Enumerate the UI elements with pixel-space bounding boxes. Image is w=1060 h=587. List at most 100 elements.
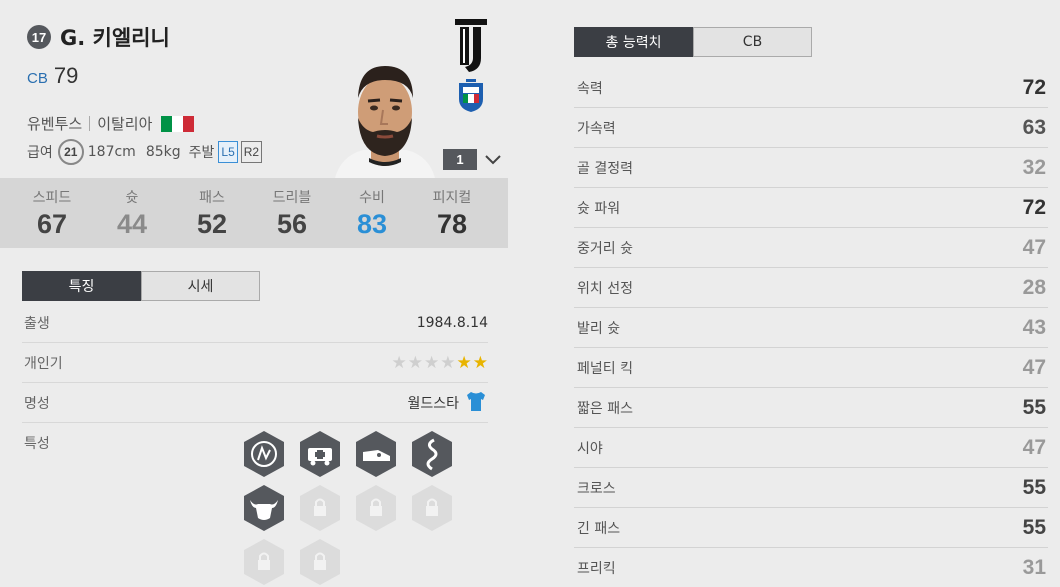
detail-tabs: 특징 시세 <box>22 271 260 301</box>
foot-label: 주발 <box>188 145 215 161</box>
stat-tabs: 총 능력치 CB <box>574 27 812 57</box>
position-label: CB <box>27 70 48 87</box>
stat-row: 페널티 킥 47 <box>574 348 1048 388</box>
flag-stripe-green <box>161 115 173 132</box>
position-overall: CB 79 <box>27 63 78 89</box>
star-empty-icon: ★ <box>407 352 423 373</box>
flag-stripe-white <box>172 115 184 132</box>
overall-rating: 79 <box>53 63 79 88</box>
birth-label: 출생 <box>24 315 50 332</box>
attribute-summary: 스피드 67 슛 44 패스 52 드리블 56 수비 83 피지컬 78 <box>0 178 508 248</box>
attr-dribbling: 드리블 56 <box>252 178 332 248</box>
stat-label: 슛 파워 <box>577 200 621 217</box>
star-filled-icon: ★ <box>472 352 488 373</box>
stat-value: 72 <box>1022 195 1046 219</box>
fame-value: 월드스타 <box>407 395 459 412</box>
stat-label: 가속력 <box>577 120 616 137</box>
attr-label: 피지컬 <box>432 190 472 206</box>
stat-row: 속력 72 <box>574 68 1048 108</box>
attr-value: 56 <box>276 209 308 239</box>
stat-value: 43 <box>1022 315 1046 339</box>
fame-value-group: 월드스타 <box>407 389 488 417</box>
stat-label: 위치 선정 <box>577 280 633 297</box>
tab-position-stats[interactable]: CB <box>693 27 812 57</box>
stat-value: 55 <box>1022 395 1046 419</box>
attr-value: 67 <box>36 209 68 239</box>
wage-label: 급여 <box>27 145 53 161</box>
trait-icons <box>242 430 492 586</box>
attr-speed: 스피드 67 <box>12 178 92 248</box>
locked-trait-icon <box>354 484 398 532</box>
right-foot-badge: R2 <box>240 141 263 163</box>
stat-label: 페널티 킥 <box>577 360 633 377</box>
stat-label: 프리킥 <box>577 560 616 577</box>
stat-row: 시야 47 <box>574 428 1048 468</box>
tab-market[interactable]: 시세 <box>141 271 260 301</box>
player-name: G. 키엘리니 <box>60 26 170 50</box>
attr-label: 패스 <box>199 190 225 206</box>
boot-star-icon[interactable] <box>354 430 398 478</box>
attr-value: 44 <box>116 209 148 239</box>
nation-name: 이탈리아 <box>97 115 153 133</box>
stat-list: 속력 72 가속력 63 골 결정력 32 슛 파워 72 중거리 슛 47 위치 선정 28 발리 슛… <box>574 68 1048 587</box>
fame-label: 명성 <box>24 395 50 412</box>
attr-passing: 패스 52 <box>172 178 252 248</box>
stat-label: 속력 <box>577 80 603 97</box>
tab-total-stats[interactable]: 총 능력치 <box>574 27 693 57</box>
star-empty-icon: ★ <box>440 352 456 373</box>
shirt-icon <box>464 389 488 417</box>
stat-row: 슛 파워 72 <box>574 188 1048 228</box>
season-badge: 17 <box>27 25 51 49</box>
height-value: 187cm <box>87 144 136 160</box>
enhancement-level-box[interactable]: 1 <box>443 149 477 170</box>
stat-value: 55 <box>1022 475 1046 499</box>
info-line: 급여 21 187cm 85kg 주발 L5 R2 <box>27 139 263 165</box>
stat-row: 프리킥 31 <box>574 548 1048 587</box>
attr-value: 78 <box>436 209 468 239</box>
chevron-down-icon[interactable] <box>484 151 502 167</box>
goalkeeper-save-icon[interactable] <box>242 430 286 478</box>
attr-label: 수비 <box>359 190 385 206</box>
attr-physical: 피지컬 78 <box>412 178 492 248</box>
birth-row: 출생 1984.8.14 <box>22 303 488 343</box>
wage-badge: 21 <box>57 139 84 165</box>
tab-features[interactable]: 특징 <box>22 271 141 301</box>
club-nation: 유벤투스 이탈리아 <box>27 113 195 134</box>
stat-value: 28 <box>1022 275 1046 299</box>
stat-row: 긴 패스 55 <box>574 508 1048 548</box>
locked-trait-icon <box>410 484 454 532</box>
popularity-stars: ★ ★ ★ ★ ★ ★ <box>392 353 489 373</box>
popularity-label: 개인기 <box>24 355 63 372</box>
stat-value: 47 <box>1022 355 1046 379</box>
attr-value: 83 <box>356 209 388 239</box>
stat-value: 72 <box>1022 75 1046 99</box>
stat-label: 발리 슛 <box>577 320 621 337</box>
locked-trait-icon <box>298 538 342 586</box>
attr-label: 드리블 <box>272 190 312 206</box>
club-name[interactable]: 유벤투스 <box>27 113 82 134</box>
stat-value: 63 <box>1022 115 1046 139</box>
stat-row: 가속력 63 <box>574 108 1048 148</box>
weight-value: 85kg <box>145 144 181 160</box>
divider <box>89 116 91 131</box>
attr-value: 52 <box>196 209 228 239</box>
stat-label: 긴 패스 <box>577 520 621 537</box>
ambulance-icon[interactable] <box>298 430 342 478</box>
stat-value: 47 <box>1022 435 1046 459</box>
stat-label: 시야 <box>577 440 603 457</box>
traits-label: 특성 <box>24 436 50 452</box>
attr-defending: 수비 83 <box>332 178 412 248</box>
star-filled-icon: ★ <box>456 352 472 373</box>
attr-shooting: 슛 44 <box>92 178 172 248</box>
stat-row: 위치 선정 28 <box>574 268 1048 308</box>
stat-label: 중거리 슛 <box>577 240 633 257</box>
stat-value: 31 <box>1022 555 1046 579</box>
snake-icon[interactable] <box>410 430 454 478</box>
buffalo-icon[interactable] <box>242 484 286 532</box>
attr-label: 슛 <box>125 190 139 206</box>
left-foot-badge: L5 <box>218 141 238 163</box>
stat-value: 47 <box>1022 235 1046 259</box>
locked-trait-icon <box>298 484 342 532</box>
stat-row: 짧은 패스 55 <box>574 388 1048 428</box>
attr-label: 스피드 <box>32 190 72 206</box>
